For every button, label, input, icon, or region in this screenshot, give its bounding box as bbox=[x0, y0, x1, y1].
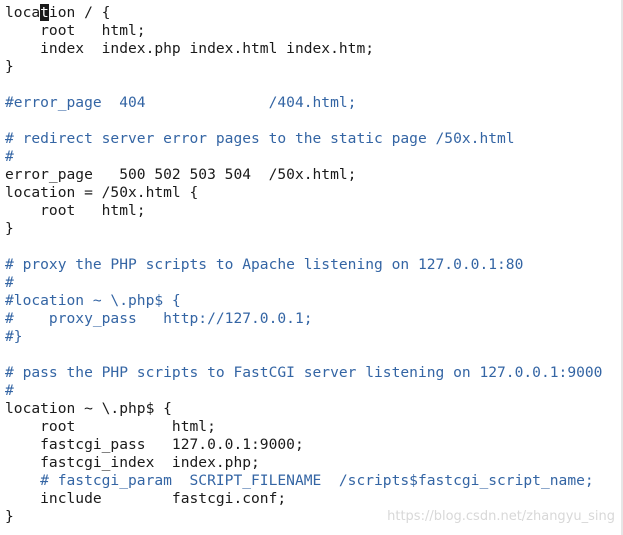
comment-line[interactable]: #} bbox=[5, 328, 23, 346]
text-cursor: t bbox=[40, 4, 49, 21]
comment-line[interactable]: # proxy the PHP scripts to Apache listen… bbox=[5, 256, 523, 274]
comment-line[interactable]: #location ~ \.php$ { bbox=[5, 292, 181, 310]
comment-line[interactable]: # bbox=[5, 148, 14, 166]
comment-line[interactable]: # fastcgi_param SCRIPT_FILENAME /scripts… bbox=[5, 472, 594, 490]
code-line[interactable]: error_page 500 502 503 504 /50x.html; bbox=[5, 166, 356, 184]
code-line[interactable]: } bbox=[5, 58, 14, 76]
code-line[interactable]: root html; bbox=[5, 202, 145, 220]
code-line[interactable]: location = /50x.html { bbox=[5, 184, 198, 202]
code-line[interactable]: root html; bbox=[5, 22, 145, 40]
watermark-text: https://blog.csdn.net/zhangyu_sing bbox=[387, 509, 615, 524]
comment-line[interactable]: # bbox=[5, 382, 14, 400]
comment-line[interactable]: # pass the PHP scripts to FastCGI server… bbox=[5, 364, 602, 382]
text-editor[interactable]: location / { root html; index index.php … bbox=[0, 0, 623, 535]
code-line-text-after-cursor: ion / { bbox=[48, 4, 111, 21]
code-line[interactable]: location ~ \.php$ { bbox=[5, 400, 172, 418]
comment-line[interactable]: # redirect server error pages to the sta… bbox=[5, 130, 515, 148]
comment-line[interactable]: # bbox=[5, 274, 14, 292]
code-line[interactable]: include fastcgi.conf; bbox=[5, 490, 286, 508]
code-line-cursor[interactable]: location / { bbox=[5, 4, 110, 22]
comment-line[interactable]: # proxy_pass http://127.0.0.1; bbox=[5, 310, 313, 328]
code-line[interactable]: fastcgi_index index.php; bbox=[5, 454, 260, 472]
code-line[interactable]: } bbox=[5, 220, 14, 238]
code-line[interactable]: root html; bbox=[5, 418, 216, 436]
code-line[interactable]: fastcgi_pass 127.0.0.1:9000; bbox=[5, 436, 304, 454]
code-line-text-before-cursor: loca bbox=[5, 4, 41, 21]
code-line[interactable]: } bbox=[5, 508, 14, 526]
comment-line[interactable]: #error_page 404 /404.html; bbox=[5, 94, 356, 112]
code-line[interactable]: index index.php index.html index.htm; bbox=[5, 40, 374, 58]
